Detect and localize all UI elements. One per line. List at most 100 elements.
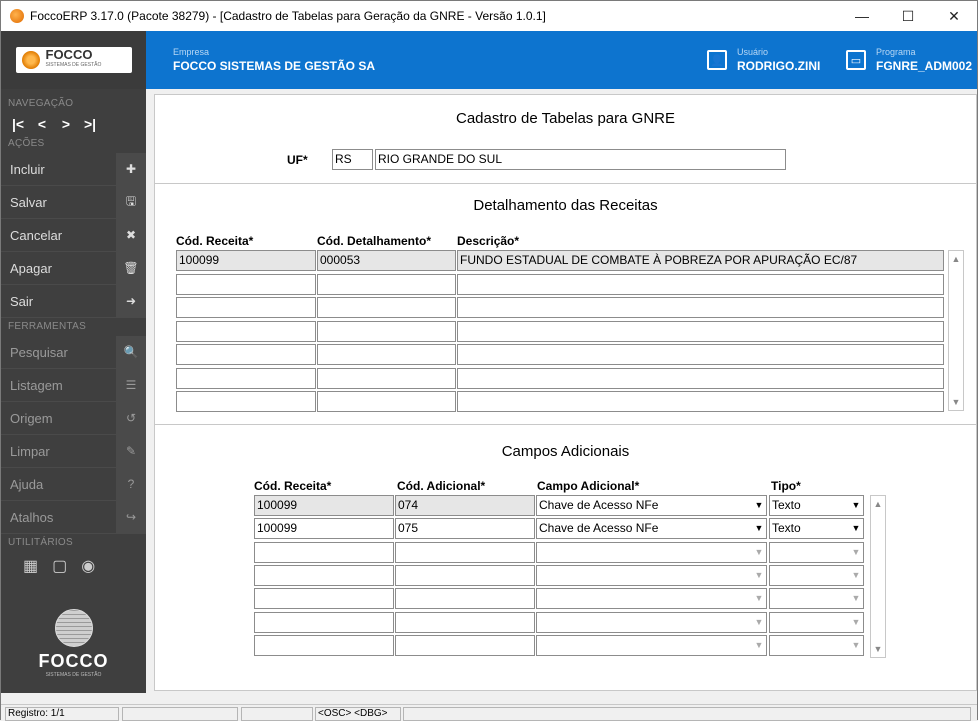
campos-select[interactable]: ▼ bbox=[769, 611, 864, 633]
calendar-icon[interactable]: ▢ bbox=[52, 556, 67, 576]
sidebar-item-listagem[interactable]: Listagem ☰ bbox=[1, 369, 146, 402]
receitas-cell[interactable] bbox=[457, 391, 944, 412]
uf-name-field[interactable]: RIO GRANDE DO SUL bbox=[375, 149, 786, 170]
status-box-5 bbox=[403, 707, 971, 721]
receitas-cell[interactable] bbox=[176, 344, 316, 365]
chevron-down-icon[interactable]: ▼ bbox=[753, 521, 765, 536]
campos-select[interactable]: ▼ bbox=[769, 634, 864, 656]
campos-cell[interactable]: 074 bbox=[395, 495, 535, 516]
next-record-button[interactable]: > bbox=[56, 114, 76, 134]
campos-select[interactable]: ▼ bbox=[536, 611, 767, 633]
chevron-down-icon[interactable]: ▼ bbox=[850, 545, 862, 560]
chevron-down-icon[interactable]: ▼ bbox=[753, 545, 765, 560]
close-button[interactable]: ✕ bbox=[931, 1, 977, 31]
prev-record-button[interactable]: < bbox=[32, 114, 52, 134]
receitas-cell[interactable] bbox=[317, 273, 456, 295]
calculator-icon[interactable]: ▦ bbox=[23, 556, 38, 576]
campos-cell[interactable] bbox=[395, 564, 535, 586]
receitas-cell[interactable] bbox=[176, 391, 316, 412]
scroll-down-icon[interactable]: ▼ bbox=[949, 395, 963, 409]
sidebar-item-cancelar[interactable]: Cancelar ✖ bbox=[1, 219, 146, 252]
campos-cell[interactable] bbox=[395, 611, 535, 633]
list-icon: ☰ bbox=[116, 369, 146, 401]
scroll-down-icon[interactable]: ▼ bbox=[871, 642, 885, 656]
campos-select[interactable]: Texto ▼ bbox=[769, 518, 864, 540]
receitas-cell[interactable]: FUNDO ESTADUAL DE COMBATE À POBREZA POR … bbox=[457, 250, 944, 271]
receitas-cell[interactable]: 000053 bbox=[317, 250, 456, 271]
chevron-down-icon[interactable]: ▼ bbox=[850, 591, 862, 606]
receitas-cell[interactable] bbox=[176, 367, 316, 389]
sidebar-item-atalhos[interactable]: Atalhos ↪ bbox=[1, 501, 146, 534]
uf-code-field[interactable]: RS bbox=[332, 149, 373, 170]
campos-cell[interactable] bbox=[254, 634, 394, 656]
receitas-cell[interactable] bbox=[457, 273, 944, 295]
receitas-cell[interactable] bbox=[176, 273, 316, 295]
user-icon: 👤 bbox=[707, 50, 727, 70]
scroll-up-icon[interactable]: ▲ bbox=[949, 252, 963, 266]
receitas-cell[interactable] bbox=[317, 391, 456, 412]
receitas-cell[interactable]: 100099 bbox=[176, 250, 316, 271]
chevron-down-icon[interactable]: ▼ bbox=[850, 568, 862, 583]
chevron-down-icon[interactable]: ▼ bbox=[850, 615, 862, 630]
scroll-up-icon[interactable]: ▲ bbox=[871, 497, 885, 511]
campos-select[interactable]: ▼ bbox=[769, 564, 864, 586]
campos-select[interactable]: ▼ bbox=[536, 588, 767, 610]
campos-select[interactable]: ▼ bbox=[769, 541, 864, 563]
campos-select[interactable]: Chave de Acesso NFe ▼ bbox=[536, 495, 767, 516]
first-record-button[interactable]: |< bbox=[8, 114, 28, 134]
col-cod-detalhamento-header: Cód. Detalhamento* bbox=[317, 234, 432, 248]
chevron-down-icon[interactable]: ▼ bbox=[753, 638, 765, 653]
campos-cell[interactable] bbox=[254, 588, 394, 610]
receitas-cell[interactable] bbox=[317, 320, 456, 342]
receitas-scrollbar[interactable]: ▲ ▼ bbox=[948, 250, 964, 411]
campos-cell[interactable]: 100099 bbox=[254, 518, 394, 540]
sidebar-item-origem[interactable]: Origem ↺ bbox=[1, 402, 146, 435]
campos-cell[interactable] bbox=[254, 541, 394, 563]
campos-cell[interactable] bbox=[395, 541, 535, 563]
last-record-button[interactable]: >| bbox=[80, 114, 100, 134]
chevron-down-icon[interactable]: ▼ bbox=[850, 638, 862, 653]
sidebar-item-ajuda[interactable]: Ajuda? bbox=[1, 468, 146, 501]
sidebar-brand: FOCCO SISTEMAS DE GESTÃO bbox=[1, 609, 146, 678]
receitas-cell[interactable] bbox=[457, 297, 944, 318]
receitas-cell[interactable] bbox=[176, 297, 316, 318]
trash-icon: 🗑 bbox=[116, 252, 146, 284]
receitas-cell[interactable] bbox=[457, 320, 944, 342]
campos-cell[interactable] bbox=[395, 634, 535, 656]
campos-cell[interactable] bbox=[254, 611, 394, 633]
campos-select[interactable]: ▼ bbox=[769, 588, 864, 610]
campos-select[interactable]: Texto ▼ bbox=[769, 495, 864, 516]
receitas-cell[interactable] bbox=[457, 367, 944, 389]
campos-cell[interactable]: 075 bbox=[395, 518, 535, 540]
chevron-down-icon[interactable]: ▼ bbox=[753, 498, 765, 513]
receitas-cell[interactable] bbox=[317, 344, 456, 365]
chevron-down-icon[interactable]: ▼ bbox=[753, 615, 765, 630]
sidebar-item-salvar[interactable]: Salvar 🖫 bbox=[1, 186, 146, 219]
campos-scrollbar[interactable]: ▲ ▼ bbox=[870, 495, 886, 658]
receitas-cell[interactable] bbox=[176, 320, 316, 342]
maximize-button[interactable]: ☐ bbox=[885, 1, 931, 31]
minimize-button[interactable]: — bbox=[839, 1, 885, 31]
chevron-down-icon[interactable]: ▼ bbox=[753, 591, 765, 606]
sidebar-item-apagar[interactable]: Apagar 🗑 bbox=[1, 252, 146, 285]
receitas-cell[interactable] bbox=[457, 344, 944, 365]
campos-select[interactable]: ▼ bbox=[536, 564, 767, 586]
sidebar-item-pesquisar[interactable]: Pesquisar 🔍 bbox=[1, 336, 146, 369]
campos-cell[interactable] bbox=[254, 564, 394, 586]
receitas-cell[interactable] bbox=[317, 367, 456, 389]
campos-select[interactable]: ▼ bbox=[536, 541, 767, 563]
chevron-down-icon[interactable]: ▼ bbox=[850, 498, 862, 513]
sidebar-item-incluir[interactable]: Incluir ✚ bbox=[1, 153, 146, 186]
chevron-down-icon[interactable]: ▼ bbox=[850, 521, 862, 536]
sidebar-item-limpar[interactable]: Limpar ✎ bbox=[1, 435, 146, 468]
receitas-cell[interactable] bbox=[317, 297, 456, 318]
campos-cell[interactable] bbox=[395, 588, 535, 610]
utilitarios-row: ▦ ▢ ◉ bbox=[1, 552, 146, 580]
campos-select[interactable]: ▼ bbox=[536, 634, 767, 656]
chevron-down-icon[interactable]: ▼ bbox=[753, 568, 765, 583]
save-icon: 🖫 bbox=[116, 186, 146, 218]
sidebar-item-sair[interactable]: Sair ➜ bbox=[1, 285, 146, 318]
campos-cell[interactable]: 100099 bbox=[254, 495, 394, 516]
camera-icon[interactable]: ◉ bbox=[81, 556, 95, 576]
campos-select[interactable]: Chave de Acesso NFe ▼ bbox=[536, 518, 767, 540]
